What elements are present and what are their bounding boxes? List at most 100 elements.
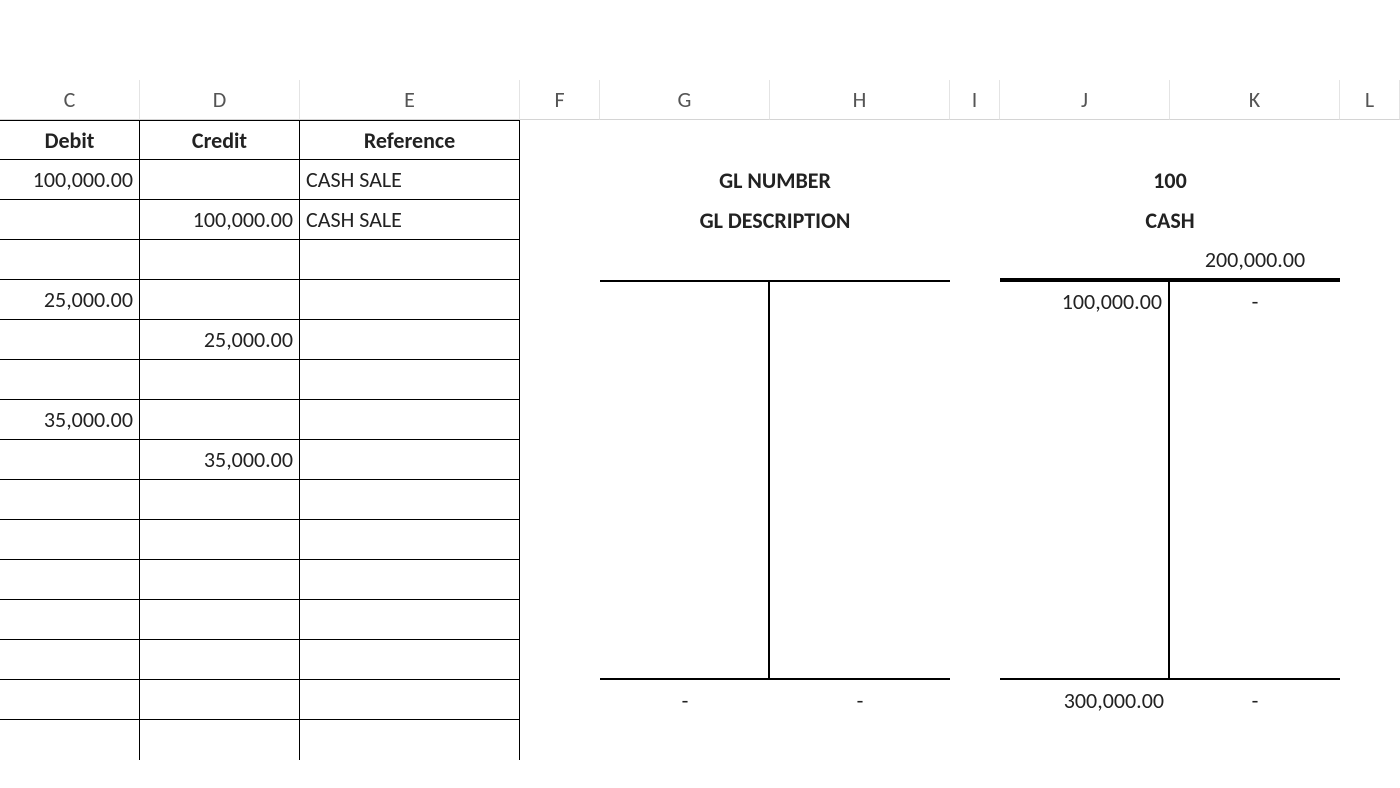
cell[interactable] (1340, 440, 1400, 480)
cell[interactable] (520, 320, 600, 360)
t-left-body-right[interactable] (770, 360, 950, 400)
header-debit[interactable]: Debit (0, 120, 140, 160)
col-header-K[interactable]: K (1170, 80, 1340, 120)
t-right-body-right[interactable] (1170, 320, 1340, 360)
cell[interactable] (950, 240, 1000, 280)
gl-desc-value[interactable]: CASH (1000, 200, 1340, 240)
t-left-body-left[interactable] (600, 640, 770, 680)
cell[interactable] (520, 120, 600, 160)
cell[interactable] (950, 320, 1000, 360)
cell[interactable] (1340, 720, 1400, 760)
cell-debit[interactable] (0, 360, 140, 400)
cell-reference[interactable] (300, 520, 520, 560)
cell-debit[interactable] (0, 480, 140, 520)
cell-reference[interactable] (300, 640, 520, 680)
cell[interactable] (1340, 120, 1400, 160)
cell[interactable] (520, 200, 600, 240)
cell-credit[interactable] (140, 360, 300, 400)
cell[interactable] (1340, 160, 1400, 200)
cell[interactable] (520, 560, 600, 600)
cell-reference[interactable] (300, 560, 520, 600)
t-left-total-left[interactable]: - (600, 680, 770, 720)
t-right-total-right[interactable]: - (1170, 680, 1340, 720)
t-right-body-left[interactable] (1000, 480, 1170, 520)
cell-debit[interactable] (0, 320, 140, 360)
cell-credit[interactable] (140, 400, 300, 440)
cell[interactable] (950, 600, 1000, 640)
cell-debit[interactable] (0, 240, 140, 280)
col-header-F[interactable]: F (520, 80, 600, 120)
cell[interactable] (1340, 200, 1400, 240)
cell[interactable] (950, 360, 1000, 400)
cell-reference[interactable]: CASH SALE (300, 160, 520, 200)
t-right-body-right[interactable] (1170, 640, 1340, 680)
cell[interactable] (520, 440, 600, 480)
t-right-body-left[interactable] (1000, 360, 1170, 400)
t-left-body-left[interactable] (600, 520, 770, 560)
col-header-D[interactable]: D (140, 80, 300, 120)
cell[interactable] (1340, 400, 1400, 440)
t-right-body-right[interactable]: - (1170, 280, 1340, 320)
t-right-body-right[interactable] (1170, 480, 1340, 520)
cell[interactable] (1340, 240, 1400, 280)
t-left-total-right[interactable]: - (770, 680, 950, 720)
t-left-body-right[interactable] (770, 560, 950, 600)
t-right-body-right[interactable] (1170, 440, 1340, 480)
cell[interactable] (1340, 640, 1400, 680)
cell[interactable] (950, 520, 1000, 560)
cell[interactable] (520, 480, 600, 520)
t-left-body-right[interactable] (770, 440, 950, 480)
cell[interactable] (1340, 600, 1400, 640)
cell[interactable] (950, 720, 1000, 760)
cell-debit[interactable] (0, 680, 140, 720)
cell-credit[interactable] (140, 720, 300, 760)
cell[interactable] (520, 160, 600, 200)
cell[interactable] (770, 240, 950, 280)
cell[interactable] (1170, 120, 1340, 160)
t-left-body-left[interactable] (600, 360, 770, 400)
cell-debit[interactable] (0, 560, 140, 600)
cell-reference[interactable] (300, 360, 520, 400)
cell[interactable] (520, 280, 600, 320)
cell[interactable] (950, 280, 1000, 320)
cell-credit[interactable] (140, 560, 300, 600)
t-right-body-left[interactable]: 100,000.00 (1000, 280, 1170, 320)
cell[interactable] (600, 240, 770, 280)
t-right-body-left[interactable] (1000, 600, 1170, 640)
t-left-body-left[interactable] (600, 400, 770, 440)
cell-credit[interactable] (140, 520, 300, 560)
cell-reference[interactable] (300, 440, 520, 480)
header-reference[interactable]: Reference (300, 120, 520, 160)
t-right-header-left[interactable] (1000, 240, 1170, 280)
cell[interactable] (1170, 720, 1340, 760)
cell-credit[interactable]: 35,000.00 (140, 440, 300, 480)
cell-debit[interactable] (0, 200, 140, 240)
t-right-header-right[interactable]: 200,000.00 (1170, 240, 1340, 280)
cell-debit[interactable] (0, 520, 140, 560)
cell[interactable] (1340, 280, 1400, 320)
col-header-L[interactable]: L (1340, 80, 1400, 120)
t-right-total-left[interactable]: 300,000.00 (1000, 680, 1170, 720)
cell-credit[interactable] (140, 240, 300, 280)
cell[interactable] (950, 640, 1000, 680)
cell-credit[interactable] (140, 600, 300, 640)
cell-credit[interactable] (140, 640, 300, 680)
cell[interactable] (600, 120, 770, 160)
cell[interactable] (950, 480, 1000, 520)
cell-credit[interactable]: 25,000.00 (140, 320, 300, 360)
cell-reference[interactable] (300, 240, 520, 280)
cell[interactable] (520, 400, 600, 440)
cell[interactable] (520, 520, 600, 560)
cell-debit[interactable] (0, 640, 140, 680)
cell[interactable] (1340, 520, 1400, 560)
cell[interactable] (520, 640, 600, 680)
cell[interactable] (950, 160, 1000, 200)
cell[interactable] (520, 360, 600, 400)
t-right-body-left[interactable] (1000, 440, 1170, 480)
t-left-body-right[interactable] (770, 320, 950, 360)
cell-debit[interactable] (0, 440, 140, 480)
cell[interactable] (950, 440, 1000, 480)
cell-debit[interactable]: 35,000.00 (0, 400, 140, 440)
cell-credit[interactable] (140, 680, 300, 720)
gl-number-label[interactable]: GL NUMBER (600, 160, 950, 200)
